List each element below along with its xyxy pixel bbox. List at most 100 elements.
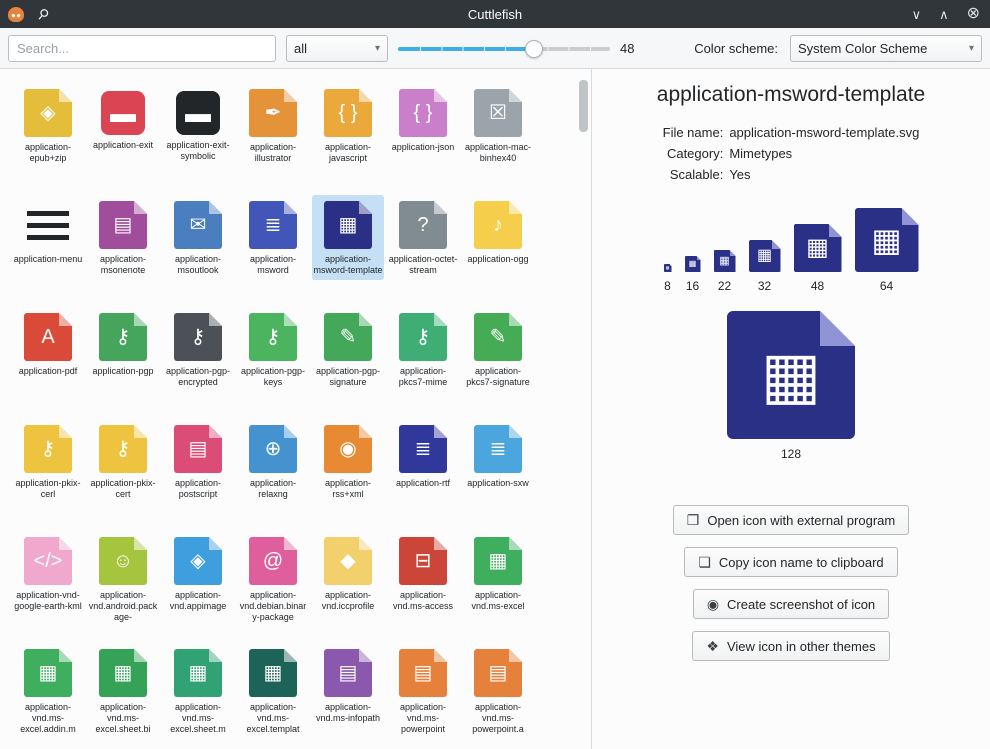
icon-label: application-vnd.ms-excel.sheet.m (163, 702, 233, 735)
grid-item-application-msoutlook[interactable]: ✉application-msoutlook (162, 195, 234, 280)
scrollbar[interactable] (579, 75, 588, 743)
msword-template-preview-icon: ▦ (685, 256, 701, 272)
category-filter-value: all (294, 41, 307, 56)
icon-label: application-relaxng (238, 478, 308, 500)
grid-item-application-vnd.ms-excel.sheet.bi[interactable]: ▦application-vnd.ms-excel.sheet.bi (87, 643, 159, 739)
grid-item-application-vnd.appimage[interactable]: ◈ application-vnd.appimage (162, 531, 234, 616)
grid-item-application-rtf[interactable]: ≣application-rtf (387, 419, 459, 493)
size-label: 64 (880, 279, 893, 293)
size-label: 48 (811, 279, 824, 293)
application-pgp-encrypted-icon: ⚷ (174, 313, 222, 361)
grid-item-application-rss+xml[interactable]: ◉application-rss+xml (312, 419, 384, 504)
grid-item-application-vnd.android.package-[interactable]: ☺application-vnd.android.package- (87, 531, 159, 627)
screenshot-button[interactable]: ◉ Create screenshot of icon (693, 589, 889, 619)
grid-item-application-mac-binhex40[interactable]: ☒application-mac-binhex40 (462, 83, 534, 168)
grid-item-application-vnd.ms-excel.templat[interactable]: ▦application-vnd.ms-excel.templat (237, 643, 309, 739)
close-button[interactable]: ⊗ (967, 6, 980, 22)
size-label: 16 (686, 279, 699, 293)
grid-item-application-ogg[interactable]: ♪application-ogg (462, 195, 534, 269)
slider-handle[interactable] (525, 40, 543, 58)
grid-item-application-vnd.ms-excel.sheet.m[interactable]: ▦application-vnd.ms-excel.sheet.m (162, 643, 234, 739)
detail-pane: application-msword-template File name: a… (592, 69, 990, 749)
button-label: Create screenshot of icon (727, 597, 875, 612)
icon-label: application-vnd-google-earth-kml (13, 590, 83, 612)
copy-name-button[interactable]: ❏Copy icon name to clipboard (684, 547, 897, 577)
grid-item-application-exit-symbolic[interactable]: ▬ application-exit-symbolic (162, 83, 234, 166)
grid-item-application-vnd.ms-excel.addin.m[interactable]: ▦application-vnd.ms-excel.addin.m (12, 643, 84, 739)
icon-label: application-exit (88, 140, 158, 151)
action-buttons: ❐Open icon with external program ❏Copy ic… (673, 505, 909, 661)
grid-item-application-pgp-keys[interactable]: ⚷application-pgp-keys (237, 307, 309, 392)
grid-item-application-exit[interactable]: ▬application-exit (87, 83, 159, 155)
application-vnd.debian.binary-package-icon: @ (249, 537, 297, 585)
icon-label: application-vnd.ms-excel.sheet.bi (88, 702, 158, 735)
icon-label: application-exit-symbolic (163, 140, 233, 162)
grid-item-application-pkcs7-signature[interactable]: ✎application-pkcs7-signature (462, 307, 534, 392)
color-scheme-dropdown[interactable]: System Color Scheme ▾ (790, 35, 982, 62)
search-input[interactable] (8, 35, 276, 62)
application-pgp-signature-icon: ✎ (324, 313, 372, 361)
grid-item-application-pgp[interactable]: ⚷application-pgp (87, 307, 159, 381)
slider-ticks (400, 45, 610, 53)
application-pdf-icon: A (24, 313, 72, 361)
icon-label: application-postscript (163, 478, 233, 500)
field-value-category: Mimetypes (729, 146, 919, 161)
grid-item-application-pdf[interactable]: Aapplication-pdf (12, 307, 84, 381)
grid-item-application-octet-stream[interactable]: ?application-octet-stream (387, 195, 459, 280)
grid-item-application-sxw[interactable]: ≣application-sxw (462, 419, 534, 493)
application-pkix-cerl-icon: ⚷ (24, 425, 72, 473)
grid-item-application-relaxng[interactable]: ⊕application-relaxng (237, 419, 309, 504)
grid-item-application-vnd.debian.binary-package[interactable]: @ application-vnd.debian.binary-package (237, 531, 309, 627)
icon-label: application-pkcs7-signature (463, 366, 533, 388)
grid-item-application-msonenote[interactable]: ▤application-msonenote (87, 195, 159, 280)
maximize-button[interactable]: ∧ (939, 8, 949, 21)
grid-item-application-epub+zip[interactable]: ◈application-epub+zip (12, 83, 84, 168)
icon-label: application-vnd.ms-powerpoint.a (463, 702, 533, 735)
grid-item-application-pkix-cert[interactable]: ⚷ application-pkix-cert (87, 419, 159, 504)
grid-item-application-postscript[interactable]: ▤application-postscript (162, 419, 234, 504)
grid-item-application-vnd-google-earth-kml[interactable]: </> application-vnd-google-earth-kml (12, 531, 84, 616)
grid-item-application-vnd.ms-powerpoint[interactable]: ▤application-vnd.ms-powerpoint (387, 643, 459, 739)
grid-item-application-pkcs7-mime[interactable]: ⚷application-pkcs7-mime (387, 307, 459, 392)
grid-item-application-pgp-encrypted[interactable]: ⚷application-pgp-encrypted (162, 307, 234, 392)
icon-label: application-msword-template (313, 254, 383, 276)
grid-item-application-menu[interactable]: application-menu (12, 195, 84, 269)
application-vnd.appimage-icon: ◈ (174, 537, 222, 585)
category-filter-dropdown[interactable]: all ▾ (286, 35, 388, 62)
color-scheme-label: Color scheme: (694, 41, 778, 56)
selected-icon-title: application-msword-template (657, 83, 925, 107)
grid-item-application-pgp-signature[interactable]: ✎application-pgp-signature (312, 307, 384, 392)
grid-item-application-vnd.iccprofile[interactable]: ◆application-vnd.iccprofile (312, 531, 384, 616)
scrollbar-thumb[interactable] (579, 80, 588, 132)
grid-item-application-msword[interactable]: ≣application-msword (237, 195, 309, 280)
grid-item-application-msword-template[interactable]: ▦ application-msword-template (312, 195, 384, 280)
icon-label: application-pkix-cert (88, 478, 158, 500)
application-vnd-google-earth-kml-icon: </> (24, 537, 72, 585)
grid-item-application-vnd.ms-powerpoint.a[interactable]: ▤application-vnd.ms-powerpoint.a (462, 643, 534, 739)
main-area: ◈application-epub+zip▬application-exit▬a… (0, 69, 990, 749)
grid-item-application-pkix-cerl[interactable]: ⚷application-pkix-cerl (12, 419, 84, 504)
grid-item-application-javascript[interactable]: { }application-javascript (312, 83, 384, 168)
application-pkix-cert-icon: ⚷ (99, 425, 147, 473)
icon-size-slider[interactable] (398, 35, 610, 62)
shade-button[interactable]: ∨ (912, 8, 922, 21)
grid-item-application-json[interactable]: { }application-json (387, 83, 459, 157)
slider-value: 48 (620, 41, 642, 56)
icon-label: application-vnd.debian.binary-package (238, 590, 308, 623)
camera-icon: ◉ (707, 596, 719, 613)
application-msword-template-icon: ▦ (324, 201, 372, 249)
grid-item-application-illustrator[interactable]: ✒application-illustrator (237, 83, 309, 168)
icon-details: File name: application-msword-template.s… (663, 125, 920, 182)
pin-icon[interactable]: ⚲ (34, 4, 53, 24)
application-pkcs7-mime-icon: ⚷ (399, 313, 447, 361)
application-pgp-keys-icon: ⚷ (249, 313, 297, 361)
icon-label: application-sxw (463, 478, 533, 489)
application-rtf-icon: ≣ (399, 425, 447, 473)
grid-item-application-vnd.ms-infopath[interactable]: ▤application-vnd.ms-infopath (312, 643, 384, 728)
icon-label: application-vnd.appimage (163, 590, 233, 612)
grid-item-application-vnd.ms-access[interactable]: ⊟application-vnd.ms-access (387, 531, 459, 616)
grid-item-application-vnd.ms-excel[interactable]: ▦application-vnd.ms-excel (462, 531, 534, 616)
view-themes-button[interactable]: ❖View icon in other themes (692, 631, 889, 661)
open-external-button[interactable]: ❐Open icon with external program (673, 505, 909, 535)
application-exit-symbolic-icon: ▬ (176, 91, 220, 135)
